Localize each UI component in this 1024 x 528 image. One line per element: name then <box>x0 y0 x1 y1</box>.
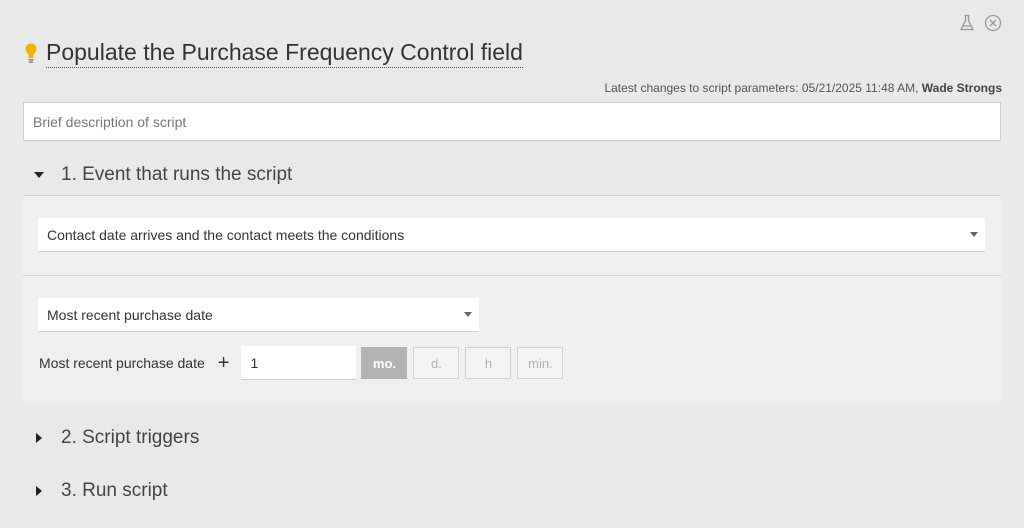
date-field-value: Most recent purchase date <box>47 306 213 323</box>
dropdown-arrow-icon <box>464 312 472 317</box>
offset-row: Most recent purchase date + mo. d. h min… <box>39 346 564 380</box>
flask-icon[interactable] <box>958 14 976 32</box>
dropdown-arrow-icon <box>970 232 978 237</box>
event-panel: Contact date arrives and the contact mee… <box>23 195 1001 403</box>
caret-right-icon <box>23 433 55 443</box>
latest-changes-user: Wade Strongs <box>921 81 1002 95</box>
panel-divider <box>23 275 1001 276</box>
top-icons <box>958 14 1002 32</box>
caret-down-icon <box>23 172 55 178</box>
unit-selector: mo. d. h min. <box>361 347 564 379</box>
unit-hour-button[interactable]: h <box>465 347 512 379</box>
date-field-select[interactable]: Most recent purchase date <box>38 298 479 332</box>
plus-sign: + <box>217 351 230 374</box>
section-run-header[interactable]: 3. Run script <box>23 480 168 502</box>
section-event-header[interactable]: 1. Event that runs the script <box>23 164 292 186</box>
offset-value-input[interactable] <box>241 346 357 380</box>
page-title[interactable]: Populate the Purchase Frequency Control … <box>46 38 523 68</box>
latest-changes-text: Latest changes to script parameters: 05/… <box>604 81 922 95</box>
close-circle-icon[interactable] <box>984 14 1002 32</box>
section-run-label: 3. Run script <box>61 480 168 501</box>
script-description-input[interactable] <box>23 102 1001 141</box>
event-type-select[interactable]: Contact date arrives and the contact mee… <box>38 218 985 252</box>
lightbulb-icon <box>25 43 37 63</box>
event-type-value: Contact date arrives and the contact mee… <box>47 226 405 243</box>
offset-label: Most recent purchase date <box>39 355 205 371</box>
title-row: Populate the Purchase Frequency Control … <box>24 38 523 68</box>
caret-right-icon <box>23 486 55 496</box>
section-triggers-label: 2. Script triggers <box>61 427 200 448</box>
unit-month-button[interactable]: mo. <box>361 347 408 379</box>
section-triggers-header[interactable]: 2. Script triggers <box>23 427 199 449</box>
unit-day-button[interactable]: d. <box>413 347 460 379</box>
section-event-label: 1. Event that runs the script <box>61 164 293 185</box>
unit-minute-button[interactable]: min. <box>517 347 564 379</box>
latest-changes: Latest changes to script parameters: 05/… <box>604 81 1002 95</box>
